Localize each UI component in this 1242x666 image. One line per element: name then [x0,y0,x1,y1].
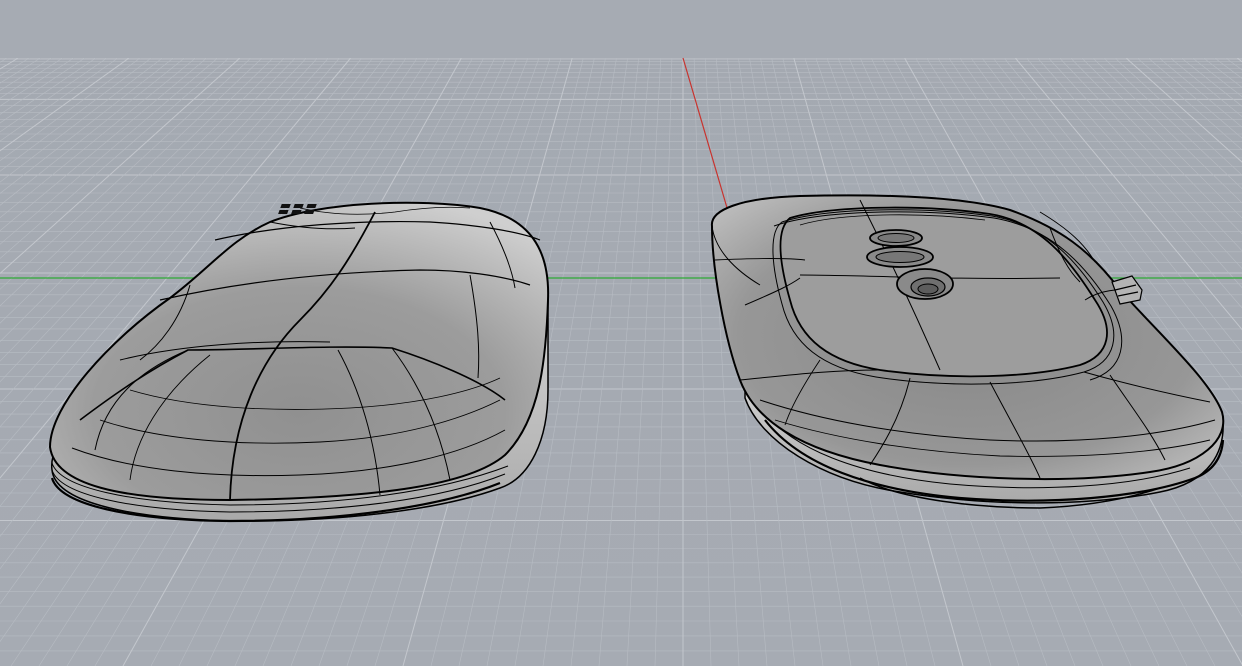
mouse-top-shell[interactable] [48,201,550,523]
viewport-canvas[interactable] [0,0,1242,666]
mouse-bottom-shell[interactable] [710,194,1225,509]
vent-slots [278,204,317,214]
perspective-viewport[interactable] [0,0,1242,666]
